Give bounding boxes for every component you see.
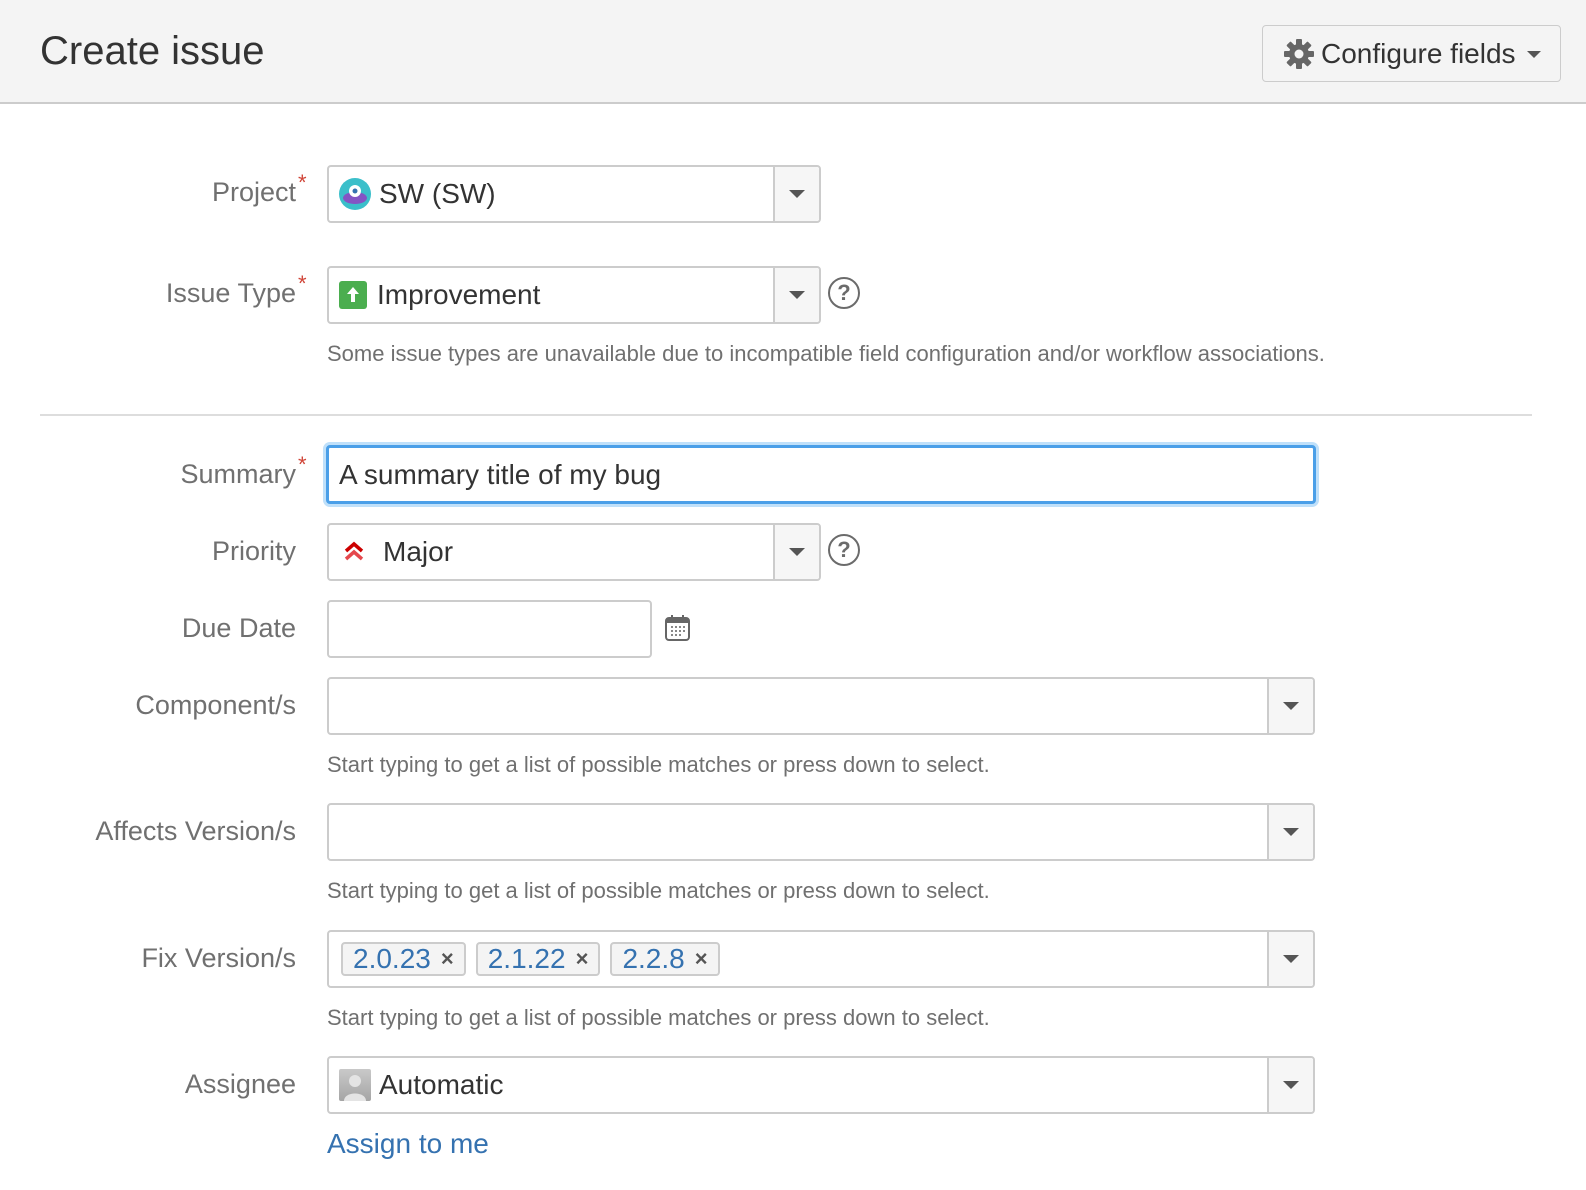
chevron-down-icon [789, 291, 805, 299]
priority-major-icon [344, 541, 364, 561]
issue-type-description: Some issue types are unavailable due to … [327, 341, 1325, 366]
components-select[interactable] [327, 677, 1315, 735]
default-avatar-icon [339, 1069, 371, 1101]
version-tag[interactable]: 2.0.23 × [341, 942, 466, 976]
required-marker: * [298, 271, 307, 296]
calendar-icon[interactable] [664, 614, 691, 642]
assignee-dropdown-toggle[interactable] [1267, 1058, 1313, 1112]
chevron-down-icon [1283, 828, 1299, 836]
project-select[interactable]: SW (SW) [327, 165, 821, 223]
components-hint: Start typing to get a list of possible m… [327, 752, 990, 777]
version-tag-label: 2.1.22 [487, 943, 566, 974]
project-dropdown-toggle[interactable] [773, 167, 819, 221]
version-tag-label: 2.0.23 [353, 943, 431, 974]
configure-fields-label: Configure fields [1321, 37, 1516, 69]
required-marker: * [298, 452, 307, 477]
assignee-label: Assignee [184, 1069, 296, 1099]
help-icon[interactable]: ? [828, 534, 860, 566]
priority-value: Major [383, 536, 454, 567]
assign-to-me-link[interactable]: Assign to me [327, 1128, 489, 1160]
chevron-down-icon [789, 190, 805, 198]
dialog-header: Create issue Configure fields [0, 0, 1586, 104]
priority-dropdown-toggle[interactable] [773, 525, 819, 579]
chevron-down-icon [1526, 51, 1541, 58]
chevron-down-icon [1283, 702, 1299, 710]
assignee-value: Automatic [379, 1069, 504, 1100]
required-marker: * [298, 170, 307, 195]
chevron-down-icon [1283, 955, 1299, 963]
version-tag[interactable]: 2.1.22 × [475, 942, 601, 976]
affects-versions-select[interactable] [327, 803, 1315, 861]
summary-label: Summary [180, 459, 296, 489]
version-tag[interactable]: 2.2.8 × [610, 942, 720, 976]
affects-versions-label: Affects Version/s [95, 816, 296, 846]
fix-versions-dropdown-toggle[interactable] [1267, 932, 1313, 986]
divider [40, 414, 1532, 416]
components-label: Component/s [135, 690, 296, 720]
chevron-down-icon [1283, 1081, 1299, 1089]
components-dropdown-toggle[interactable] [1267, 679, 1313, 733]
summary-input[interactable] [326, 445, 1316, 504]
gear-icon [1284, 38, 1314, 69]
issue-type-label: Issue Type [165, 278, 296, 308]
issue-type-select[interactable]: Improvement [327, 266, 821, 324]
affects-versions-hint: Start typing to get a list of possible m… [327, 878, 990, 903]
priority-select[interactable]: Major [327, 523, 821, 581]
project-label: Project [211, 177, 296, 207]
version-tag-label: 2.2.8 [622, 943, 685, 974]
fix-versions-hint: Start typing to get a list of possible m… [327, 1005, 990, 1030]
remove-tag-icon[interactable]: × [441, 946, 454, 972]
fix-versions-select[interactable]: 2.0.23 × 2.1.22 × 2.2.8 × [327, 930, 1315, 988]
due-date-input[interactable] [327, 600, 652, 658]
fix-versions-label: Fix Version/s [141, 943, 296, 973]
affects-versions-dropdown-toggle[interactable] [1267, 805, 1313, 859]
priority-label: Priority [211, 536, 296, 566]
due-date-label: Due Date [181, 613, 296, 643]
page-title: Create issue [40, 29, 265, 73]
help-icon[interactable]: ? [828, 277, 860, 309]
configure-fields-button[interactable]: Configure fields [1262, 25, 1561, 82]
issue-type-value: Improvement [377, 279, 541, 310]
improvement-arrow-icon [339, 281, 367, 309]
project-value: SW (SW) [379, 178, 496, 209]
remove-tag-icon[interactable]: × [695, 946, 708, 972]
issue-type-dropdown-toggle[interactable] [773, 268, 819, 322]
remove-tag-icon[interactable]: × [576, 946, 589, 972]
project-avatar-icon [339, 178, 371, 210]
assignee-select[interactable]: Automatic [327, 1056, 1315, 1114]
chevron-down-icon [789, 548, 805, 556]
